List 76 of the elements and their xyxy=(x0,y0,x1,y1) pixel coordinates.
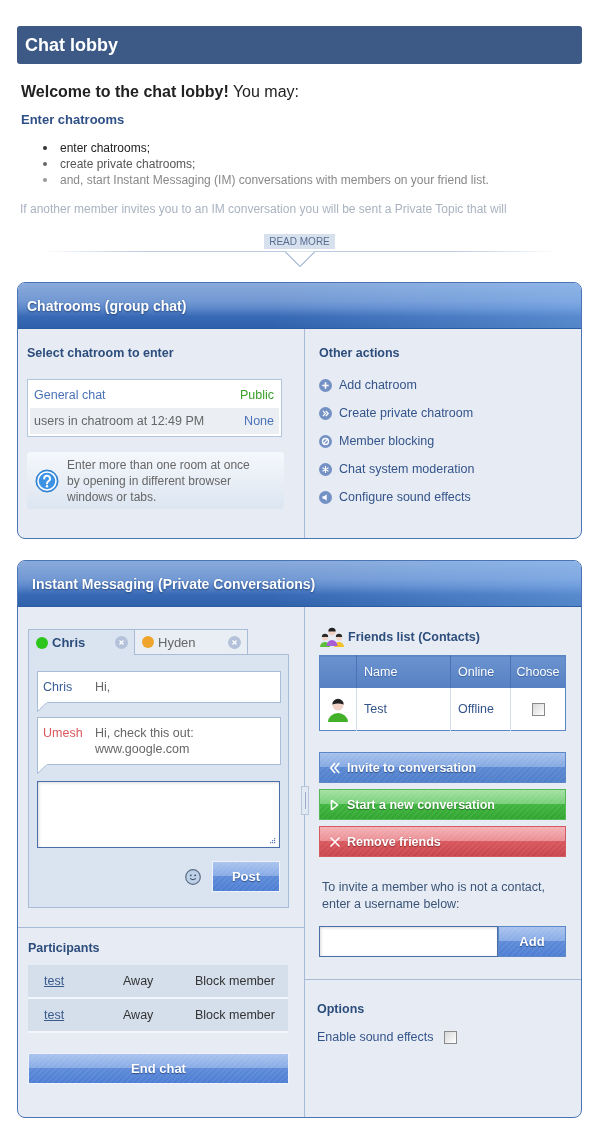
message-sender: Chris xyxy=(43,679,74,695)
help-icon xyxy=(35,468,59,493)
invite-instructions: To invite a member who is not a contact, enter a username below: xyxy=(321,879,547,913)
end-chat-button[interactable]: End chat xyxy=(28,1053,289,1084)
column-header: Name xyxy=(356,655,451,688)
action-link[interactable]: Add chatroom xyxy=(319,377,571,393)
choose-checkbox[interactable] xyxy=(531,703,545,717)
table-cell: Test xyxy=(356,688,451,731)
action-link[interactable]: Chat system moderation xyxy=(319,461,571,477)
page-title: Chat lobby xyxy=(17,26,582,64)
column-heading: Other actions xyxy=(319,345,401,361)
post-button[interactable]: Post xyxy=(212,861,280,892)
panel-title: Chatrooms (group chat) xyxy=(27,297,187,314)
conversation-tab[interactable]: Chris xyxy=(28,629,135,655)
down-pointer-icon xyxy=(284,251,315,267)
speaker-icon xyxy=(319,490,332,504)
block-member-link[interactable]: Block member xyxy=(195,974,275,988)
bullet-icon xyxy=(43,162,47,166)
participant-link[interactable]: test xyxy=(44,974,65,988)
bullet-text: create private chatrooms; xyxy=(60,157,196,171)
add-button[interactable]: Add xyxy=(498,926,566,957)
bullet-icon xyxy=(43,178,47,182)
participant-status: Away xyxy=(123,1008,154,1022)
status-dot-icon xyxy=(36,636,48,649)
chatroom-access: Public xyxy=(239,388,274,402)
close-icon[interactable] xyxy=(228,635,241,649)
people-group-icon xyxy=(319,625,345,649)
tip-text: Enter more than one room at once by opening in different browser windows or tabs. xyxy=(67,456,251,505)
smiley-icon[interactable] xyxy=(185,868,201,885)
avatar-icon xyxy=(326,696,350,722)
column-heading: Select chatroom to enter xyxy=(27,345,175,361)
friend-action-button[interactable]: Invite to conversation xyxy=(319,752,566,783)
action-link[interactable]: Create private chatroom xyxy=(319,405,571,421)
friends-list-title: Friends list (Contacts) xyxy=(348,630,480,644)
resize-grip-icon[interactable] xyxy=(269,837,276,844)
users-count: None xyxy=(244,414,274,428)
section-heading: Enter chatrooms xyxy=(21,112,126,128)
column-header: Choose xyxy=(510,655,566,688)
friend-action-button[interactable]: Remove friends xyxy=(319,826,566,857)
option-label: Enable sound effects xyxy=(317,1030,434,1044)
chatroom-link[interactable]: General chat xyxy=(34,388,106,402)
table-cell: Offline xyxy=(450,688,511,731)
message-text: Hi, check this out: www.google.com xyxy=(95,725,195,757)
block-member-link[interactable]: Block member xyxy=(195,1008,275,1022)
welcome-text: Welcome to the chat lobby! You may: xyxy=(21,82,300,102)
bullet-text: enter chatrooms; xyxy=(60,141,151,155)
faded-paragraph: If another member invites you to an IM conversation you will be sent a Private Topic that will xyxy=(20,201,508,217)
participant-link[interactable]: test xyxy=(44,1008,65,1022)
status-dot-icon xyxy=(142,636,154,648)
bullet-icon xyxy=(43,146,47,150)
option-checkbox[interactable] xyxy=(443,1030,457,1044)
double-chevron-left-icon xyxy=(329,761,341,774)
action-link[interactable]: Configure sound effects xyxy=(319,489,571,505)
chevron-right-icon xyxy=(329,798,341,811)
participant-status: Away xyxy=(123,974,154,988)
message-text: Hi, xyxy=(95,679,111,695)
close-icon[interactable] xyxy=(115,636,128,649)
panel-title: Instant Messaging (Private Conversations) xyxy=(32,575,316,592)
users-label: users in chatroom at 12:49 PM xyxy=(34,414,205,428)
message-sender: Umesh xyxy=(43,725,84,742)
double-chevron-icon xyxy=(319,406,332,420)
read-more-button[interactable]: READ MORE xyxy=(264,234,335,249)
bullet-text: and, start Instant Messaging (IM) conversations with members on your friend list. xyxy=(60,173,489,187)
column-heading: Participants xyxy=(28,940,101,956)
splitter-handle[interactable] xyxy=(301,786,309,815)
column-heading: Options xyxy=(317,1001,366,1017)
username-input[interactable] xyxy=(319,926,498,957)
message-input[interactable] xyxy=(37,781,280,848)
action-link[interactable]: Member blocking xyxy=(319,433,571,449)
asterisk-icon xyxy=(319,462,332,476)
cross-icon xyxy=(329,835,341,848)
chatroom-row[interactable]: General chat Public xyxy=(30,382,279,408)
conversation-tab[interactable]: Hyden xyxy=(135,629,248,654)
blocked-icon xyxy=(319,434,332,448)
column-header: Online xyxy=(450,655,511,688)
plus-icon xyxy=(319,378,332,392)
